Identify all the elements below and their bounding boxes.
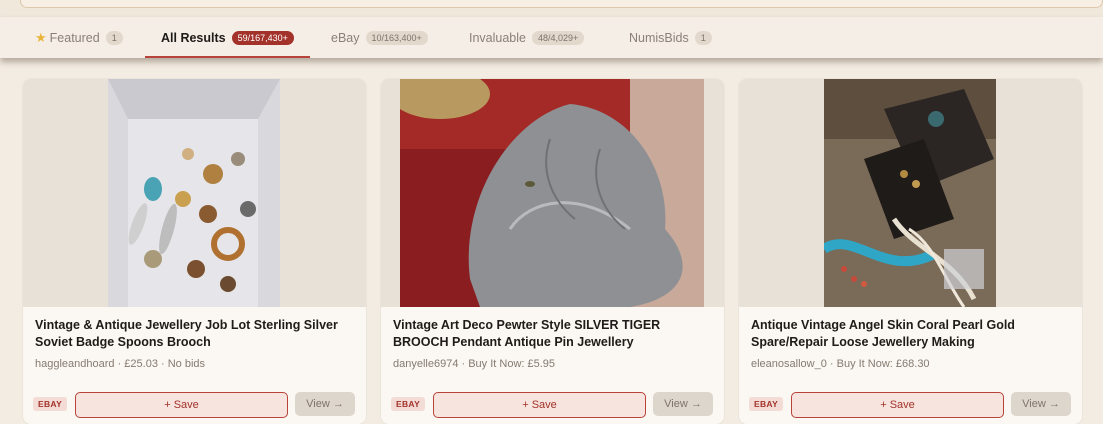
listing-title[interactable]: Vintage Art Deco Pewter Style SILVER TIG… xyxy=(393,317,711,351)
tab-ebay[interactable]: eBay 10/163,400+ xyxy=(331,17,428,58)
tab-invaluable-label: Invaluable xyxy=(469,30,526,45)
tab-numisbids[interactable]: NumisBids 1 xyxy=(629,17,712,58)
save-button[interactable]: + Save xyxy=(791,392,1004,418)
tab-numisbids-label: NumisBids xyxy=(629,30,689,45)
listing-image-area[interactable] xyxy=(23,79,366,307)
result-card[interactable]: Antique Vintage Angel Skin Coral Pearl G… xyxy=(739,79,1082,424)
view-button[interactable]: View → xyxy=(653,392,713,416)
tab-featured[interactable]: ★ Featured 1 xyxy=(35,17,123,58)
tab-numisbids-count: 1 xyxy=(694,30,712,45)
tab-all-results-count: 59/167,430+ xyxy=(231,30,294,45)
listing-meta: haggleandhoard · £25.03 · No bids xyxy=(35,358,206,370)
star-icon: ★ xyxy=(35,29,47,45)
tab-featured-count: 1 xyxy=(105,30,123,45)
tab-invaluable-count: 48/4,029+ xyxy=(532,30,585,45)
active-tab-indicator xyxy=(145,56,310,58)
results-tab-bar: ★ Featured 1 All Results 59/167,430+ eBa… xyxy=(0,17,1103,58)
tab-ebay-count: 10/163,400+ xyxy=(365,30,428,45)
source-badge: EBAY xyxy=(391,397,426,411)
listing-title[interactable]: Antique Vintage Angel Skin Coral Pearl G… xyxy=(751,317,1069,351)
source-badge: EBAY xyxy=(749,397,784,411)
listing-photo[interactable] xyxy=(108,79,280,307)
tab-invaluable[interactable]: Invaluable 48/4,029+ xyxy=(469,17,585,58)
source-badge: EBAY xyxy=(33,397,68,411)
tab-all-results[interactable]: All Results 59/167,430+ xyxy=(145,17,310,58)
listing-meta: eleanosallow_0 · Buy It Now: £68.30 xyxy=(751,358,930,370)
listing-image-area[interactable] xyxy=(739,79,1082,307)
listing-image-area[interactable] xyxy=(381,79,724,307)
listing-title[interactable]: Vintage & Antique Jewellery Job Lot Ster… xyxy=(35,317,353,351)
view-button[interactable]: View → xyxy=(1011,392,1071,416)
listing-photo[interactable] xyxy=(400,79,704,307)
search-bar-edge xyxy=(20,0,1103,8)
save-button[interactable]: + Save xyxy=(75,392,288,418)
tab-ebay-label: eBay xyxy=(331,30,360,45)
tab-featured-label: Featured xyxy=(49,30,100,45)
save-button[interactable]: + Save xyxy=(433,392,646,418)
result-card[interactable]: Vintage Art Deco Pewter Style SILVER TIG… xyxy=(381,79,724,424)
tab-all-results-label: All Results xyxy=(161,30,226,45)
listing-meta: danyelle6974 · Buy It Now: £5.95 xyxy=(393,358,556,370)
listing-photo[interactable] xyxy=(824,79,996,307)
search-area-strip xyxy=(0,0,1103,17)
view-button[interactable]: View → xyxy=(295,392,355,416)
result-card[interactable]: Vintage & Antique Jewellery Job Lot Ster… xyxy=(23,79,366,424)
